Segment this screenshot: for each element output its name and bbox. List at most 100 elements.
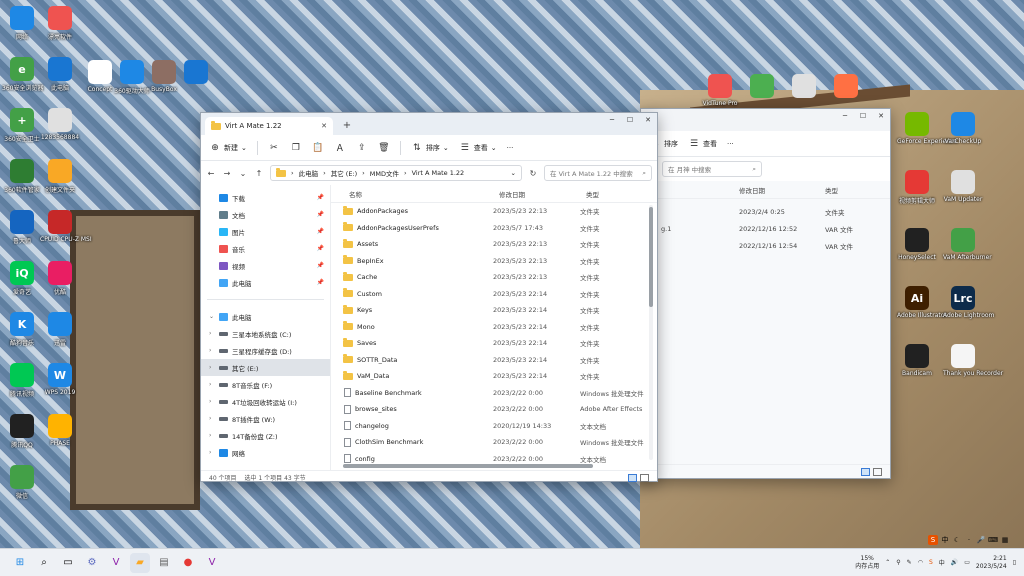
desktop-icon-left-14[interactable]: 腾讯视频 bbox=[2, 363, 42, 398]
col-name[interactable]: 名称 bbox=[349, 189, 499, 199]
moon-icon[interactable]: ☾ bbox=[952, 535, 962, 545]
file-row[interactable]: AddonPackages 2023/5/23 22:13 文件夹 bbox=[331, 203, 657, 220]
file-row[interactable]: AddonPackagesUserPrefs 2023/5/7 17:43 文件夹 bbox=[331, 220, 657, 237]
desktop-icon-left-3[interactable]: 此电脑 bbox=[40, 57, 80, 92]
desktop-icon-left-12[interactable]: K 酷狗音乐 bbox=[2, 312, 42, 347]
nav-item-this-pc[interactable]: ⌄ 此电脑 bbox=[201, 308, 330, 325]
nav-item-network[interactable]: › 网络 bbox=[201, 444, 330, 461]
desktop-icon-left-15[interactable]: W WPS 2019 bbox=[40, 363, 80, 396]
desktop-icon-left-8[interactable]: 鲁大师 bbox=[2, 210, 42, 245]
sogou-icon[interactable]: S bbox=[929, 559, 933, 566]
nav-item-drive[interactable]: › 8T插件盘 (W:) bbox=[201, 410, 330, 427]
desktop-icon-right-4[interactable]: HoneySelect bbox=[897, 228, 937, 261]
list-item[interactable]: 2022/12/16 12:54 VAR 文件 bbox=[641, 237, 890, 254]
desktop-icon-right-5[interactable]: VaM Afterburner bbox=[943, 228, 992, 261]
breadcrumb-item[interactable]: Virt A Mate 1.22 bbox=[412, 169, 465, 177]
nav-item-quick[interactable]: 音乐 📌 bbox=[201, 240, 330, 257]
desktop-icon-right-9[interactable]: Thank you Recorder bbox=[943, 344, 1003, 377]
search-input[interactable]: 在 Virt A Mate 1.22 中搜索 ⌕ bbox=[544, 165, 652, 181]
search-input[interactable]: 在 月神 中搜索 ⌕ bbox=[662, 161, 762, 177]
vam-icon[interactable]: V bbox=[106, 553, 126, 573]
memory-usage[interactable]: 15% 内存占用 bbox=[855, 555, 879, 571]
file-row[interactable]: changelog 2020/12/19 14:33 文本文档 bbox=[331, 418, 657, 435]
desktop-icon-top-3[interactable] bbox=[176, 60, 216, 84]
wifi-icon[interactable]: ◠ bbox=[918, 559, 923, 566]
pin-icon[interactable]: 📌 bbox=[317, 228, 324, 235]
file-row[interactable]: VaM_Data 2023/5/23 22:14 文件夹 bbox=[331, 368, 657, 385]
desktop-icon-left-7[interactable]: 创建文件夹 bbox=[40, 159, 80, 194]
details-view-button[interactable] bbox=[861, 467, 870, 476]
nav-item-drive[interactable]: › 三星本地系统盘 (C:) bbox=[201, 325, 330, 342]
scrollbar-thumb[interactable] bbox=[649, 207, 653, 307]
file-row[interactable]: BepInEx 2023/5/23 22:13 文件夹 bbox=[331, 253, 657, 270]
file-row[interactable]: Baseline Benchmark 2023/2/22 0:00 Windows … bbox=[331, 385, 657, 402]
desktop-icon-left-6[interactable]: 360软件管家 bbox=[2, 159, 42, 194]
chevron-down-icon[interactable]: ⌄ bbox=[209, 313, 214, 320]
tiles-view-button[interactable] bbox=[873, 467, 882, 476]
pin-icon[interactable]: 📌 bbox=[317, 194, 324, 201]
close-button[interactable]: ✕ bbox=[872, 109, 890, 123]
close-tab-icon[interactable]: ✕ bbox=[321, 122, 327, 130]
file-row[interactable]: Keys 2023/5/23 22:14 文件夹 bbox=[331, 302, 657, 319]
desktop-icon-left-2[interactable]: e 360安全浏览器 bbox=[2, 57, 43, 92]
nav-item-drive[interactable]: › 8T音乐盘 (F:) bbox=[201, 376, 330, 393]
file-row[interactable]: Saves 2023/5/23 22:14 文件夹 bbox=[331, 335, 657, 352]
desktop-icon-shelf-1[interactable] bbox=[742, 74, 782, 98]
grid-icon[interactable]: ▦ bbox=[1000, 535, 1010, 545]
breadcrumb-item[interactable]: MMD文件 bbox=[370, 168, 399, 178]
desktop-icon-right-3[interactable]: VaM Updater bbox=[943, 170, 983, 203]
copy-icon[interactable]: ❐ bbox=[290, 143, 302, 153]
chevron-right-icon[interactable]: › bbox=[209, 449, 211, 456]
desktop-icon-left-17[interactable]: PHASE bbox=[40, 414, 80, 447]
desktop-icon-left-11[interactable]: 优酷 bbox=[40, 261, 80, 296]
cut-icon[interactable]: ✂ bbox=[268, 143, 280, 153]
chevron-up-icon[interactable]: ⌃ bbox=[885, 559, 890, 566]
vam-icon[interactable]: V bbox=[202, 553, 222, 573]
settings-gear-icon[interactable]: ⚙ bbox=[82, 553, 102, 573]
nav-item-drive[interactable]: › 三星程序缓存盘 (D:) bbox=[201, 342, 330, 359]
list-item[interactable]: g.1 2022/12/16 12:52 VAR 文件 bbox=[641, 220, 890, 237]
nav-item-quick[interactable]: 此电脑 📌 bbox=[201, 274, 330, 291]
back-arrow-icon[interactable]: ← bbox=[206, 169, 216, 178]
desktop-icon-left-18[interactable]: 微信 bbox=[2, 465, 42, 500]
close-button[interactable]: ✕ bbox=[639, 113, 657, 127]
tiles-view-button[interactable] bbox=[640, 473, 649, 482]
explorer-window[interactable]: Virt A Mate 1.22 ✕ + ─ ☐ ✕ ⊕ 新建 ⌄ ✂ ❐ 📋 Ａ … bbox=[200, 112, 658, 482]
desktop-icon-shelf-2[interactable] bbox=[784, 74, 824, 98]
list-item[interactable]: 2023/2/4 0:25 文件夹 bbox=[641, 203, 890, 220]
desktop-icon-right-7[interactable]: Lrc Adobe Lightroom bbox=[943, 286, 994, 319]
forward-arrow-icon[interactable]: → bbox=[222, 169, 232, 178]
desktop-icon-shelf-0[interactable]: VidTune Pro bbox=[700, 74, 740, 107]
pin-icon[interactable]: 📌 bbox=[317, 262, 324, 269]
breadcrumb-item[interactable]: 其它 (E:) bbox=[331, 168, 357, 178]
file-explorer-icon[interactable]: ▰ bbox=[130, 552, 150, 573]
nav-item-quick[interactable]: 视频 📌 bbox=[201, 257, 330, 274]
start-icon[interactable]: ⊞ bbox=[10, 553, 30, 573]
nav-item-drive[interactable]: › 其它 (E:) bbox=[201, 359, 330, 376]
app-icon[interactable]: ▤ bbox=[154, 553, 174, 573]
desktop-icon-left-5[interactable]: 1283568884 bbox=[40, 108, 80, 141]
sort-button[interactable]: ⇅ 排序 ⌄ bbox=[411, 143, 449, 153]
more-button[interactable]: ··· bbox=[507, 144, 514, 152]
record-icon[interactable]: ● bbox=[178, 553, 198, 573]
view-button[interactable]: ☰ 查看 ⌄ bbox=[459, 143, 497, 153]
desktop-icon-left-4[interactable]: +360安全卫士 bbox=[2, 108, 42, 143]
title-bar[interactable]: Virt A Mate 1.22 ✕ + ─ ☐ ✕ bbox=[201, 113, 657, 135]
desktop-icon-right-8[interactable]: Bandicam bbox=[897, 344, 937, 377]
horizontal-scrollbar[interactable] bbox=[343, 464, 593, 468]
notification-icon[interactable]: ▯ bbox=[1013, 559, 1016, 566]
volume-icon[interactable]: 🔊 bbox=[951, 559, 958, 566]
desktop-icon-left-9[interactable]: CPUID CPU-Z MSI bbox=[40, 210, 92, 243]
minimize-button[interactable]: ─ bbox=[603, 113, 621, 127]
chevron-right-icon[interactable]: › bbox=[209, 381, 211, 388]
task-view-icon[interactable]: ▭ bbox=[58, 553, 78, 573]
nav-item-drive[interactable]: › 4T垃圾回收转运站 (I:) bbox=[201, 393, 330, 410]
more-button[interactable]: ··· bbox=[727, 140, 734, 148]
file-row[interactable]: ClothSim Benchmark 2023/2/22 0:00 Windows … bbox=[331, 434, 657, 451]
chevron-down-icon[interactable]: ⌄ bbox=[511, 169, 516, 177]
pin-icon[interactable]: 📌 bbox=[317, 245, 324, 252]
chevron-right-icon[interactable]: › bbox=[209, 347, 211, 354]
nav-item-quick[interactable]: 图片 📌 bbox=[201, 223, 330, 240]
desktop-icon-shelf-3[interactable] bbox=[826, 74, 866, 98]
tab-current[interactable]: Virt A Mate 1.22 ✕ bbox=[205, 117, 333, 135]
